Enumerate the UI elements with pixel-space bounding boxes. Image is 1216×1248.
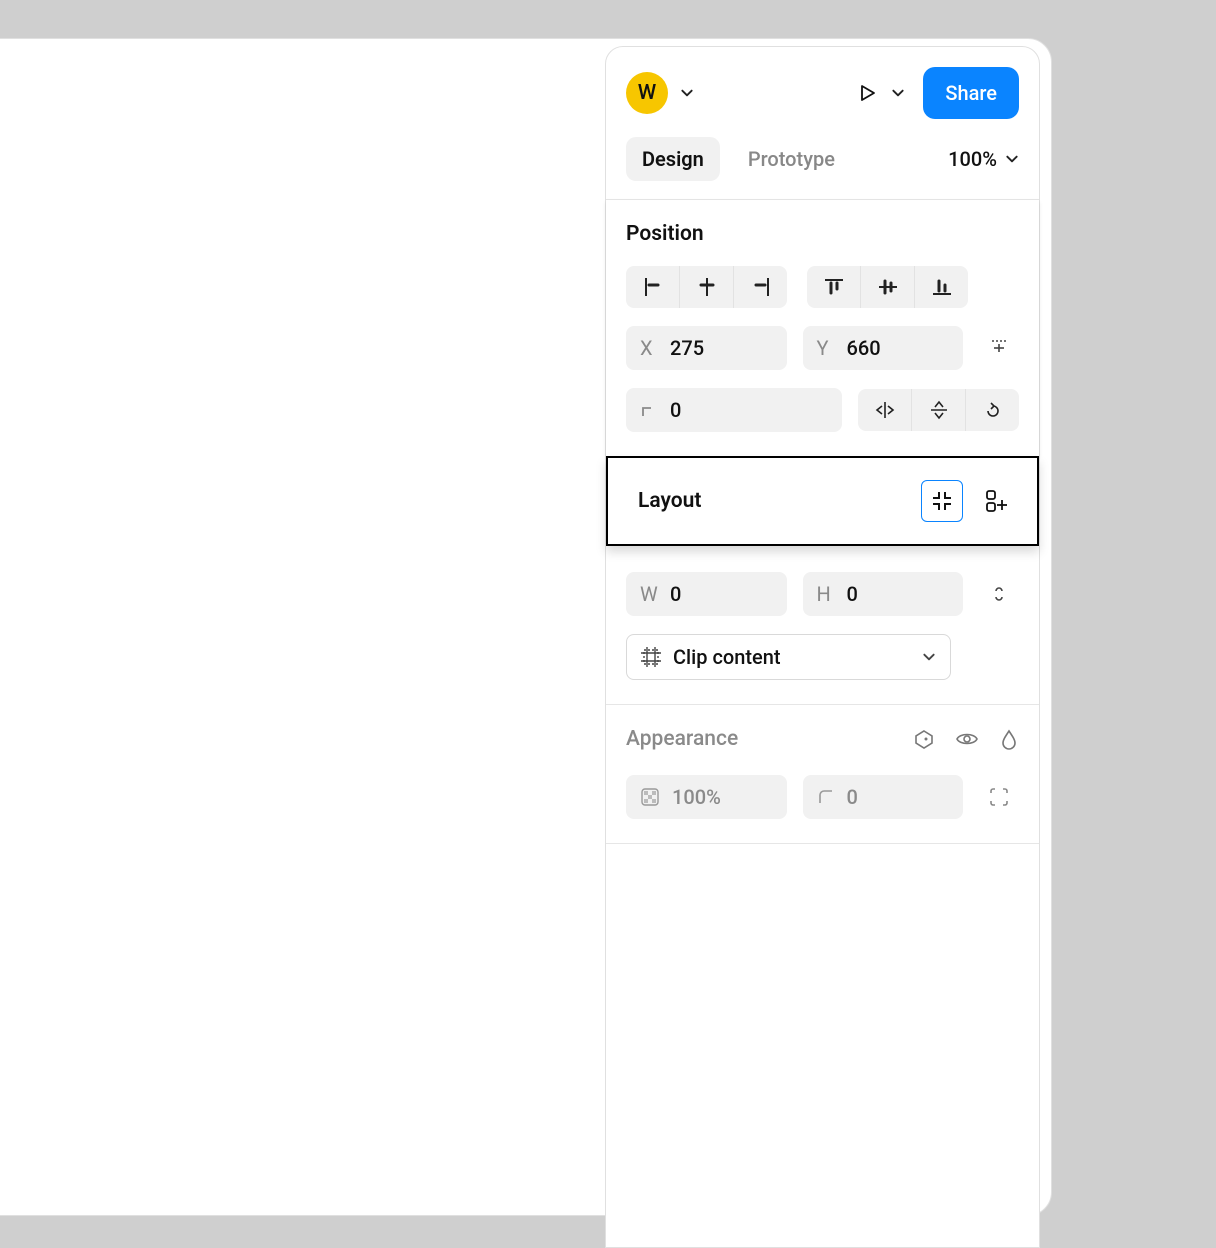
height-input[interactable]: H 0: [803, 572, 964, 616]
layout-title: Layout: [638, 489, 921, 513]
position-title: Position: [626, 222, 1019, 246]
tab-prototype[interactable]: Prototype: [732, 137, 851, 181]
corner-radius-input[interactable]: 0: [803, 775, 964, 819]
align-center-v-button[interactable]: [861, 266, 915, 308]
visibility-button[interactable]: [955, 728, 979, 750]
corner-radius-icon: [817, 788, 835, 806]
horizontal-align-group: [626, 266, 787, 308]
sidebar-topbar: W Share: [606, 47, 1039, 137]
play-chevron-icon[interactable]: [891, 86, 905, 100]
align-center-h-icon: [696, 276, 718, 298]
align-bottom-button[interactable]: [915, 266, 968, 308]
rotate-90-button[interactable]: [966, 389, 1019, 431]
align-bottom-icon: [931, 276, 953, 298]
play-button[interactable]: [853, 79, 881, 107]
align-top-icon: [823, 276, 845, 298]
align-right-icon: [750, 276, 772, 298]
blend-mode-button[interactable]: [913, 728, 935, 750]
layout-section-header: Layout: [606, 456, 1039, 546]
w-value: 0: [670, 582, 681, 606]
flip-vertical-icon: [928, 399, 950, 421]
resize-to-fit-icon: [929, 488, 955, 514]
panel-tabs: Design Prototype 100%: [606, 137, 1039, 200]
corner-radius-value: 0: [847, 785, 858, 809]
width-input[interactable]: W 0: [626, 572, 787, 616]
chevron-down-icon: [922, 650, 936, 664]
opacity-icon: [640, 787, 660, 807]
flip-horizontal-icon: [874, 399, 896, 421]
rotation-value: 0: [670, 398, 681, 422]
constrain-proportions-button[interactable]: [979, 572, 1019, 616]
transform-group: [858, 389, 1019, 431]
align-center-v-icon: [877, 276, 899, 298]
vertical-align-group: [807, 266, 968, 308]
y-label: Y: [817, 336, 835, 360]
absolute-position-button[interactable]: [979, 326, 1019, 370]
layout-section-body: W 0 H 0: [606, 546, 1039, 705]
eye-icon: [955, 728, 979, 750]
avatar-initial: W: [638, 81, 657, 105]
blend-mode-icon: [913, 728, 935, 750]
resize-to-fit-button[interactable]: [921, 480, 963, 522]
inspector-sidebar: W Share Design Prototype 100%: [605, 46, 1040, 1248]
user-avatar[interactable]: W: [626, 72, 668, 114]
y-input[interactable]: Y 660: [803, 326, 964, 370]
tab-design[interactable]: Design: [626, 137, 720, 181]
clip-icon: [641, 647, 661, 667]
absolute-position-icon: [988, 337, 1010, 359]
rotation-input[interactable]: 0: [626, 388, 842, 432]
align-right-button[interactable]: [734, 266, 787, 308]
h-value: 0: [847, 582, 858, 606]
appearance-section: Appearance: [606, 705, 1039, 844]
rotate-90-icon: [982, 399, 1004, 421]
opacity-input[interactable]: 100%: [626, 775, 787, 819]
auto-layout-add-icon: [984, 488, 1010, 514]
x-label: X: [640, 336, 658, 360]
share-label: Share: [945, 81, 997, 105]
clip-content-dropdown[interactable]: Clip content: [626, 634, 951, 680]
align-top-button[interactable]: [807, 266, 861, 308]
rotation-icon: [640, 401, 658, 419]
effects-button[interactable]: [999, 728, 1019, 750]
tab-prototype-label: Prototype: [748, 147, 835, 171]
chevron-down-icon: [1005, 152, 1019, 166]
play-icon: [856, 82, 878, 104]
share-button[interactable]: Share: [923, 67, 1019, 119]
zoom-value: 100%: [948, 147, 997, 171]
clip-label: Clip content: [673, 645, 922, 669]
h-label: H: [817, 582, 835, 606]
x-input[interactable]: X 275: [626, 326, 787, 370]
align-left-icon: [642, 276, 664, 298]
opacity-value: 100%: [672, 785, 721, 809]
align-left-button[interactable]: [626, 266, 680, 308]
tab-design-label: Design: [642, 147, 704, 171]
add-auto-layout-button[interactable]: [977, 481, 1017, 521]
appearance-title: Appearance: [626, 727, 913, 751]
independent-corners-button[interactable]: [979, 775, 1019, 819]
flip-vertical-button[interactable]: [912, 389, 966, 431]
flip-horizontal-button[interactable]: [858, 389, 912, 431]
link-icon: [989, 582, 1009, 606]
x-value: 275: [670, 336, 704, 360]
zoom-dropdown[interactable]: 100%: [948, 147, 1019, 171]
y-value: 660: [847, 336, 881, 360]
position-section: Position: [606, 200, 1039, 456]
align-center-h-button[interactable]: [680, 266, 734, 308]
avatar-chevron-icon[interactable]: [680, 86, 694, 100]
droplet-icon: [999, 728, 1019, 750]
independent-corners-icon: [988, 786, 1010, 808]
w-label: W: [640, 582, 658, 606]
